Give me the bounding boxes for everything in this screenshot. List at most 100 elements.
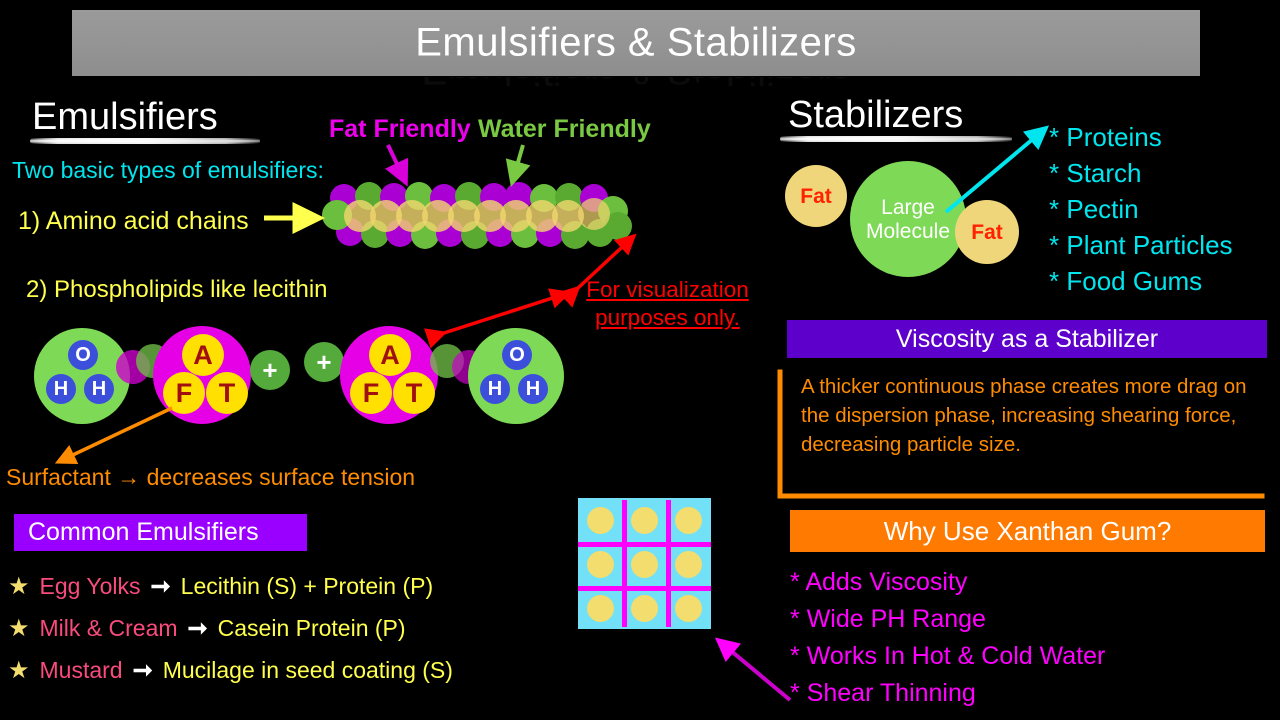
water-friendly-label: Water Friendly: [478, 115, 651, 143]
bullet-star: *: [790, 642, 800, 670]
stabilizers-heading: Stabilizers: [788, 94, 964, 136]
f-label-right: F: [362, 377, 380, 408]
hydrogen-label-right-1: H: [487, 378, 503, 400]
stabilizer-label: Plant Particles: [1066, 230, 1233, 260]
amino-acid-chain-diagram: [322, 182, 634, 252]
water-friendly-arrow: [505, 144, 531, 187]
visualization-disclaimer: For visualization purposes only.: [580, 277, 755, 331]
fat-label-right: Fat: [971, 220, 1003, 244]
viscosity-body-text: A thicker continuous phase creates more …: [801, 375, 1247, 457]
grid-line-v1: [622, 500, 627, 627]
viscosity-title-box: Viscosity as a Stabilizer: [787, 320, 1267, 358]
xanthan-label: Adds Viscosity: [805, 568, 968, 596]
slide-canvas: Emulsifiers & Stabilizers Emulsifiers & …: [0, 0, 1280, 720]
grid-line-h2: [578, 586, 711, 591]
bullet-star: *: [1049, 194, 1060, 224]
surfactant-note: Surfactant → decreases surface tension: [6, 464, 416, 490]
arrow-right-icon: ➞: [132, 657, 153, 684]
bullet-star: *: [1049, 122, 1060, 152]
plus-label-right: +: [316, 347, 332, 377]
emulsifiers-lead-text: Two basic types of emulsifiers:: [12, 157, 324, 183]
stabilizer-label: Pectin: [1066, 194, 1139, 224]
star-icon: ★: [8, 573, 30, 600]
xanthan-title: Why Use Xanthan Gum?: [883, 516, 1172, 546]
stabilizer-label: Proteins: [1066, 122, 1162, 152]
list-item: * Wide PH Range: [790, 605, 1260, 642]
viscosity-title: Viscosity as a Stabilizer: [895, 325, 1159, 353]
common-emulsifiers-list: ★ Egg Yolks ➞ Lecithin (S) + Protein (P)…: [8, 572, 548, 698]
stabilizer-label: Starch: [1066, 158, 1142, 188]
slide-header-bar: Emulsifiers & Stabilizers: [72, 10, 1200, 76]
arrow-right-icon: ➞: [187, 615, 208, 642]
emulsifiers-heading: Emulsifiers: [32, 96, 218, 138]
particle-grid-image: [578, 498, 711, 629]
bullet-star: *: [1049, 158, 1060, 188]
emulsifier-result: Mucilage in seed coating (S): [162, 657, 453, 683]
list-item: ★ Mustard ➞ Mucilage in seed coating (S): [8, 656, 548, 698]
stabilizer-list: * Proteins * Starch * Pectin * Plant Par…: [1049, 122, 1279, 302]
oxygen-label-left: O: [75, 344, 91, 366]
plus-label-left: +: [262, 355, 278, 385]
list-item: * Starch: [1049, 158, 1279, 194]
disclaimer-line-1: For visualization: [586, 277, 749, 302]
emulsifier-type-1-label: 1) Amino acid chains: [18, 207, 249, 235]
fat-friendly-label: Fat Friendly: [329, 115, 471, 143]
large-molecule-line-1: Large: [881, 195, 935, 219]
xanthan-title-box: Why Use Xanthan Gum?: [790, 510, 1265, 552]
xanthan-label: Wide PH Range: [806, 605, 986, 633]
emulsifier-type-2-label: 2) Phospholipids like lecithin: [26, 276, 328, 303]
hydrogen-label-left-2: H: [91, 378, 107, 400]
stabilizer-molecule-diagram: Fat Large Molecule Fat: [781, 160, 1019, 277]
bullet-star: *: [790, 605, 800, 633]
common-emulsifiers-title-box: Common Emulsifiers: [14, 514, 307, 551]
disclaimer-line-2: purposes only.: [595, 305, 740, 330]
a-label-left: A: [193, 339, 213, 370]
stabilizer-label[interactable]: Food Gums: [1066, 266, 1202, 296]
reflection-fade: [72, 77, 1200, 111]
phospholipid-diagram: O H H A F T + + A F T O H H: [20, 318, 600, 438]
stabilizers-heading-underline: [780, 136, 1012, 142]
arrow-right-icon: ➞: [150, 573, 171, 600]
xanthan-list: * Adds Viscosity * Wide PH Range * Works…: [790, 568, 1260, 716]
emulsifiers-heading-underline: [30, 138, 260, 144]
common-emulsifiers-title: Common Emulsifiers: [28, 518, 259, 546]
t-label-right: T: [405, 377, 423, 408]
list-item: * Pectin: [1049, 194, 1279, 230]
bullet-star: *: [790, 679, 800, 707]
bullet-star: *: [1049, 266, 1060, 296]
emulsifier-result: Lecithin (S) + Protein (P): [180, 573, 434, 599]
slide-title-reflection: Emulsifiers & Stabilizers: [72, 77, 1200, 111]
emulsifier-source: Mustard: [39, 657, 123, 683]
emulsifier-source: Milk & Cream: [39, 615, 178, 641]
list-item: * Food Gums: [1049, 266, 1279, 302]
fat-label-left: Fat: [800, 184, 832, 208]
star-icon: ★: [8, 615, 30, 642]
bullet-star: *: [790, 568, 800, 596]
f-label-left: F: [175, 377, 193, 408]
emulsifier-result: Casein Protein (P): [217, 615, 406, 641]
xanthan-label: Works In Hot & Cold Water: [806, 642, 1106, 670]
grid-line-h1: [578, 542, 711, 547]
list-item: ★ Milk & Cream ➞ Casein Protein (P): [8, 614, 548, 656]
list-item: * Shear Thinning: [790, 679, 1260, 716]
viscosity-body-box: A thicker continuous phase creates more …: [787, 372, 1265, 497]
xanthan-to-grid-arrow: [714, 637, 792, 702]
list-item: ★ Egg Yolks ➞ Lecithin (S) + Protein (P): [8, 572, 548, 614]
large-molecule-line-2: Molecule: [865, 219, 951, 243]
star-icon: ★: [8, 657, 30, 684]
slide-title: Emulsifiers & Stabilizers: [415, 20, 857, 65]
hydrogen-label-left-1: H: [53, 378, 69, 400]
t-label-left: T: [218, 377, 236, 408]
emulsifier-source: Egg Yolks: [39, 573, 141, 599]
large-molecule-label: Large Molecule: [850, 161, 966, 277]
hydrogen-label-right-2: H: [525, 378, 541, 400]
grid-line-v2: [666, 500, 671, 627]
list-item: * Adds Viscosity: [790, 568, 1260, 605]
list-item: * Works In Hot & Cold Water: [790, 642, 1260, 679]
fat-friendly-arrow: [385, 144, 409, 187]
a-label-right: A: [380, 339, 400, 370]
list-item: * Plant Particles: [1049, 230, 1279, 266]
oxygen-label-right: O: [509, 344, 525, 366]
list-item: * Proteins: [1049, 122, 1279, 158]
bullet-star: *: [1049, 230, 1060, 260]
